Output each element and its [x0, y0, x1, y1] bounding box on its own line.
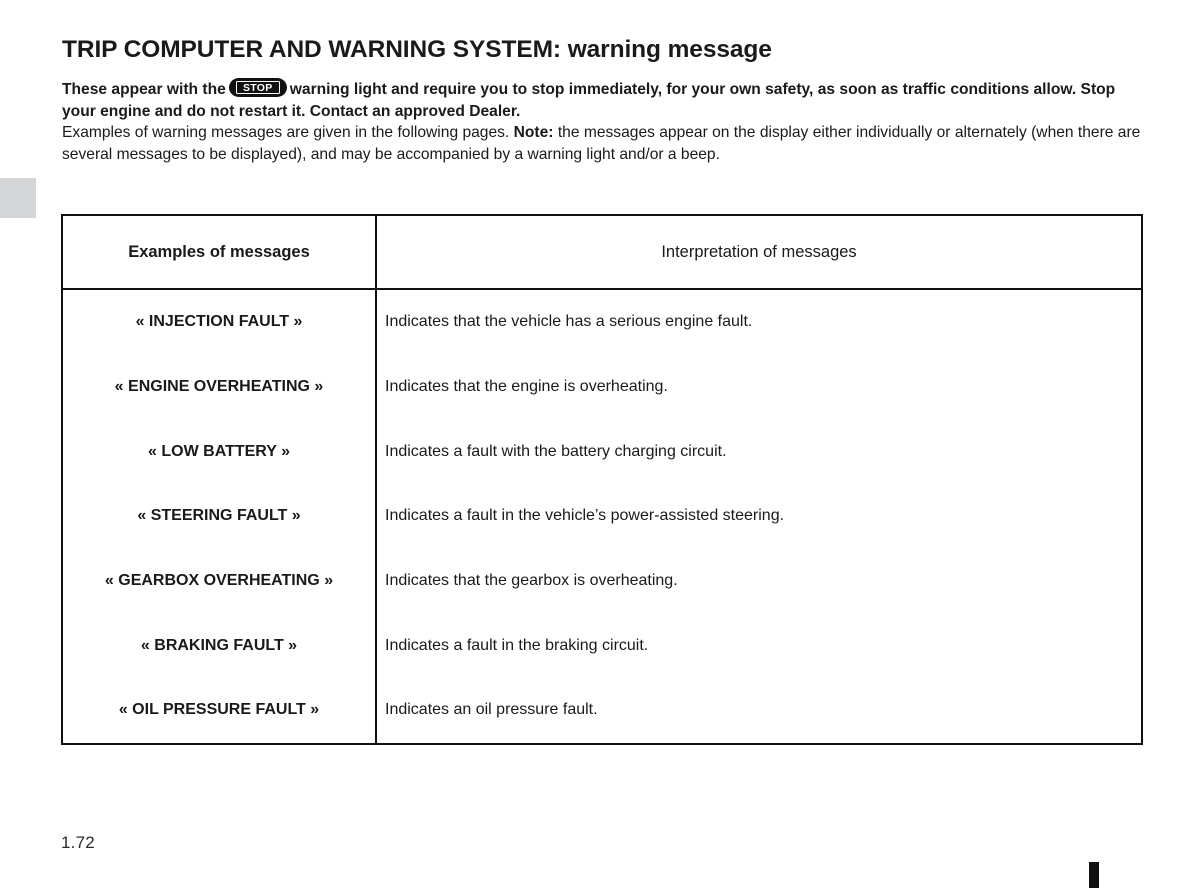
table-row: « OIL PRESSURE FAULT » Indicates an oil …: [63, 678, 1141, 743]
column-header-interpretation: Interpretation of messages: [376, 216, 1141, 290]
warning-messages-table: Examples of messages Interpretation of m…: [61, 214, 1143, 745]
interpretation-cell: Indicates that the vehicle has a serious…: [385, 313, 753, 331]
interpretation-cell: Indicates that the gearbox is overheatin…: [385, 572, 678, 590]
section-edge-tab: [0, 178, 36, 218]
page-number: 1.72: [61, 833, 95, 852]
column-header-examples: Examples of messages: [63, 216, 377, 290]
message-cell: « STEERING FAULT »: [63, 484, 377, 549]
stop-warning-light-icon: STOP: [228, 78, 287, 97]
table-header-row: Examples of messages Interpretation of m…: [63, 216, 1141, 290]
table-row: « LOW BATTERY » Indicates a fault with t…: [63, 419, 1141, 485]
interpretation-cell: Indicates a fault in the vehicle’s power…: [385, 507, 785, 525]
page-corner-mark: [1089, 862, 1099, 888]
intro-lead-paragraph: These appear with the STOP warning light a…: [62, 78, 1141, 122]
message-cell: « INJECTION FAULT »: [63, 289, 377, 355]
table-row: « STEERING FAULT » Indicates a fault in …: [63, 484, 1141, 549]
interpretation-cell: Indicates an oil pressure fault.: [385, 701, 598, 719]
interpretation-cell: Indicates a fault in the braking circuit…: [385, 636, 649, 654]
table-row: « GEARBOX OVERHEATING » Indicates that t…: [63, 548, 1141, 614]
interpretation-cell: Indicates a fault with the battery charg…: [385, 442, 727, 460]
page-title-sub: warning message: [567, 36, 772, 64]
table-body: « INJECTION FAULT » Indicates that the v…: [63, 289, 1141, 743]
stop-icon-label: STOP: [235, 81, 280, 94]
page-title-main: TRIP COMPUTER AND WARNING SYSTEM:: [62, 36, 561, 64]
intro-block: These appear with the STOP warning light a…: [62, 78, 1141, 165]
page-title: TRIP COMPUTER AND WARNING SYSTEM: warnin…: [62, 36, 772, 64]
table-row: « INJECTION FAULT » Indicates that the v…: [63, 289, 1141, 355]
intro-lead-before: These appear with the: [62, 81, 226, 98]
message-cell: « ENGINE OVERHEATING »: [63, 354, 377, 420]
interpretation-cell: Indicates that the engine is overheating…: [385, 378, 668, 396]
table-row: « BRAKING FAULT » Indicates a fault in t…: [63, 613, 1141, 679]
message-cell: « BRAKING FAULT »: [63, 613, 377, 679]
message-cell: « LOW BATTERY »: [63, 419, 377, 485]
message-cell: « GEARBOX OVERHEATING »: [63, 548, 377, 614]
intro-note-before: Examples of warning messages are given i…: [62, 124, 510, 141]
message-cell: « OIL PRESSURE FAULT »: [63, 678, 377, 743]
table-row: « ENGINE OVERHEATING » Indicates that th…: [63, 354, 1141, 420]
intro-note-label: Note:: [513, 124, 554, 141]
intro-note-paragraph: Examples of warning messages are given i…: [62, 122, 1141, 165]
